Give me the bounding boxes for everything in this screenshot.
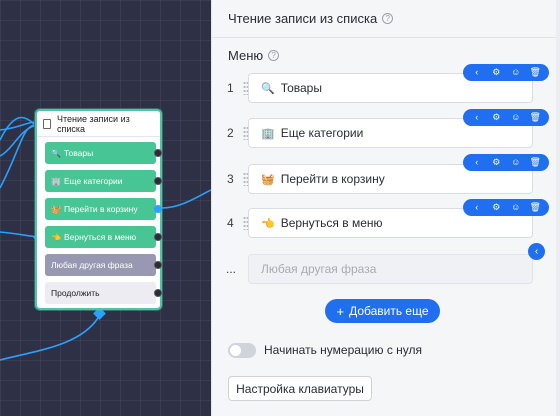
- emoji-icon[interactable]: ☺: [509, 113, 523, 122]
- output-port-connected[interactable]: [154, 205, 162, 213]
- output-port[interactable]: [154, 261, 162, 269]
- building-icon: 🏢: [51, 176, 61, 186]
- flow-node[interactable]: Чтение записи из списка 🔍 Товары 🏢 Еще к…: [35, 109, 162, 310]
- collapse-icon[interactable]: ‹: [470, 113, 484, 122]
- node-button-back-to-menu[interactable]: 👈 Вернуться в меню: [45, 226, 162, 248]
- panel-title: Чтение записи из списка ?: [228, 11, 394, 26]
- keyboard-settings-button[interactable]: Настройка клавиатуры: [228, 376, 372, 401]
- item-toolbar: ‹ ⚙ ☺ 🗑: [463, 109, 549, 126]
- panel-title-text: Чтение записи из списка: [228, 11, 378, 26]
- collapse-icon[interactable]: ‹: [470, 68, 484, 77]
- output-port[interactable]: [154, 149, 162, 157]
- zero-numbering-toggle[interactable]: [228, 343, 256, 358]
- row-number: 3: [227, 172, 234, 186]
- node-button-label: Товары: [63, 148, 94, 158]
- emoji-icon[interactable]: ☺: [509, 68, 523, 77]
- gear-icon[interactable]: ⚙: [489, 203, 503, 212]
- row-number: ...: [226, 262, 237, 276]
- item-toolbar: ‹ ⚙ ☺ 🗑: [463, 64, 549, 81]
- collapse-icon[interactable]: ‹: [470, 203, 484, 212]
- output-port[interactable]: [154, 233, 162, 241]
- menu-label-text: Меню: [228, 48, 264, 63]
- trash-icon[interactable]: 🗑: [528, 68, 542, 77]
- any-phrase-placeholder: Любая другая фраза: [261, 262, 377, 276]
- trash-icon[interactable]: 🗑: [528, 113, 542, 122]
- menu-label: Меню ?: [228, 48, 280, 63]
- item-toolbar: ‹ ⚙ ☺ 🗑: [463, 154, 549, 171]
- add-more-button[interactable]: + Добавить еще: [325, 299, 440, 323]
- trash-icon[interactable]: 🗑: [528, 158, 542, 167]
- node-button-continue[interactable]: Продолжить: [45, 282, 162, 304]
- item-toolbar: ‹ ⚙ ☺ 🗑: [463, 199, 549, 216]
- pointing-left-icon: 👈: [261, 217, 275, 230]
- row-number: 4: [227, 216, 234, 230]
- node-button-label: Продолжить: [51, 288, 100, 298]
- building-icon: 🏢: [261, 127, 275, 140]
- any-phrase-field[interactable]: Любая другая фраза: [248, 254, 533, 284]
- node-button-products[interactable]: 🔍 Товары: [45, 142, 162, 164]
- add-more-label: Добавить еще: [349, 304, 429, 318]
- row-number: 2: [227, 126, 234, 140]
- zero-numbering-label: Начинать нумерацию с нуля: [264, 343, 423, 357]
- emoji-icon[interactable]: ☺: [509, 203, 523, 212]
- help-icon[interactable]: ?: [268, 50, 280, 61]
- help-icon[interactable]: ?: [382, 13, 394, 24]
- trash-icon[interactable]: 🗑: [528, 203, 542, 212]
- search-icon: 🔍: [51, 148, 61, 158]
- basket-icon: 🧺: [261, 173, 275, 186]
- node-button-label: Перейти в корзину: [63, 204, 138, 214]
- node-button-more-categories[interactable]: 🏢 Еще категории: [45, 170, 162, 192]
- output-port[interactable]: [154, 177, 162, 185]
- pointing-left-icon: 👈: [51, 232, 61, 242]
- gear-icon[interactable]: ⚙: [489, 113, 503, 122]
- output-port[interactable]: [154, 289, 162, 297]
- node-button-label: Любая другая фраза: [51, 260, 133, 270]
- node-button-label: Еще категории: [63, 176, 123, 186]
- toggle-knob: [230, 345, 241, 356]
- flow-canvas[interactable]: Чтение записи из списка 🔍 Товары 🏢 Еще к…: [0, 0, 211, 416]
- menu-item-text: Вернуться в меню: [280, 216, 383, 230]
- divider: [212, 37, 560, 38]
- node-button-any-phrase[interactable]: Любая другая фраза: [45, 254, 162, 276]
- scrollbar[interactable]: [556, 0, 560, 416]
- collapse-icon[interactable]: ‹: [470, 158, 484, 167]
- settings-panel: Чтение записи из списка ? Меню ? 1 🔍 Тов…: [211, 0, 560, 416]
- gear-icon[interactable]: ⚙: [489, 68, 503, 77]
- emoji-icon[interactable]: ☺: [509, 158, 523, 167]
- node-header: Чтение записи из списка: [37, 111, 160, 137]
- basket-icon: 🧺: [51, 204, 61, 214]
- row-number: 1: [227, 81, 234, 95]
- node-button-cart[interactable]: 🧺 Перейти в корзину: [45, 198, 162, 220]
- node-button-label: Вернуться в меню: [63, 232, 137, 242]
- node-title: Чтение записи из списка: [56, 113, 130, 134]
- search-icon: 🔍: [261, 82, 275, 95]
- menu-item-text: Товары: [280, 81, 322, 95]
- menu-item-text: Перейти в корзину: [280, 172, 385, 186]
- collapse-icon[interactable]: ‹: [528, 243, 545, 260]
- menu-item-text: Еще категории: [280, 126, 364, 140]
- plus-icon: +: [336, 303, 345, 319]
- document-icon: [43, 118, 51, 129]
- gear-icon[interactable]: ⚙: [489, 158, 503, 167]
